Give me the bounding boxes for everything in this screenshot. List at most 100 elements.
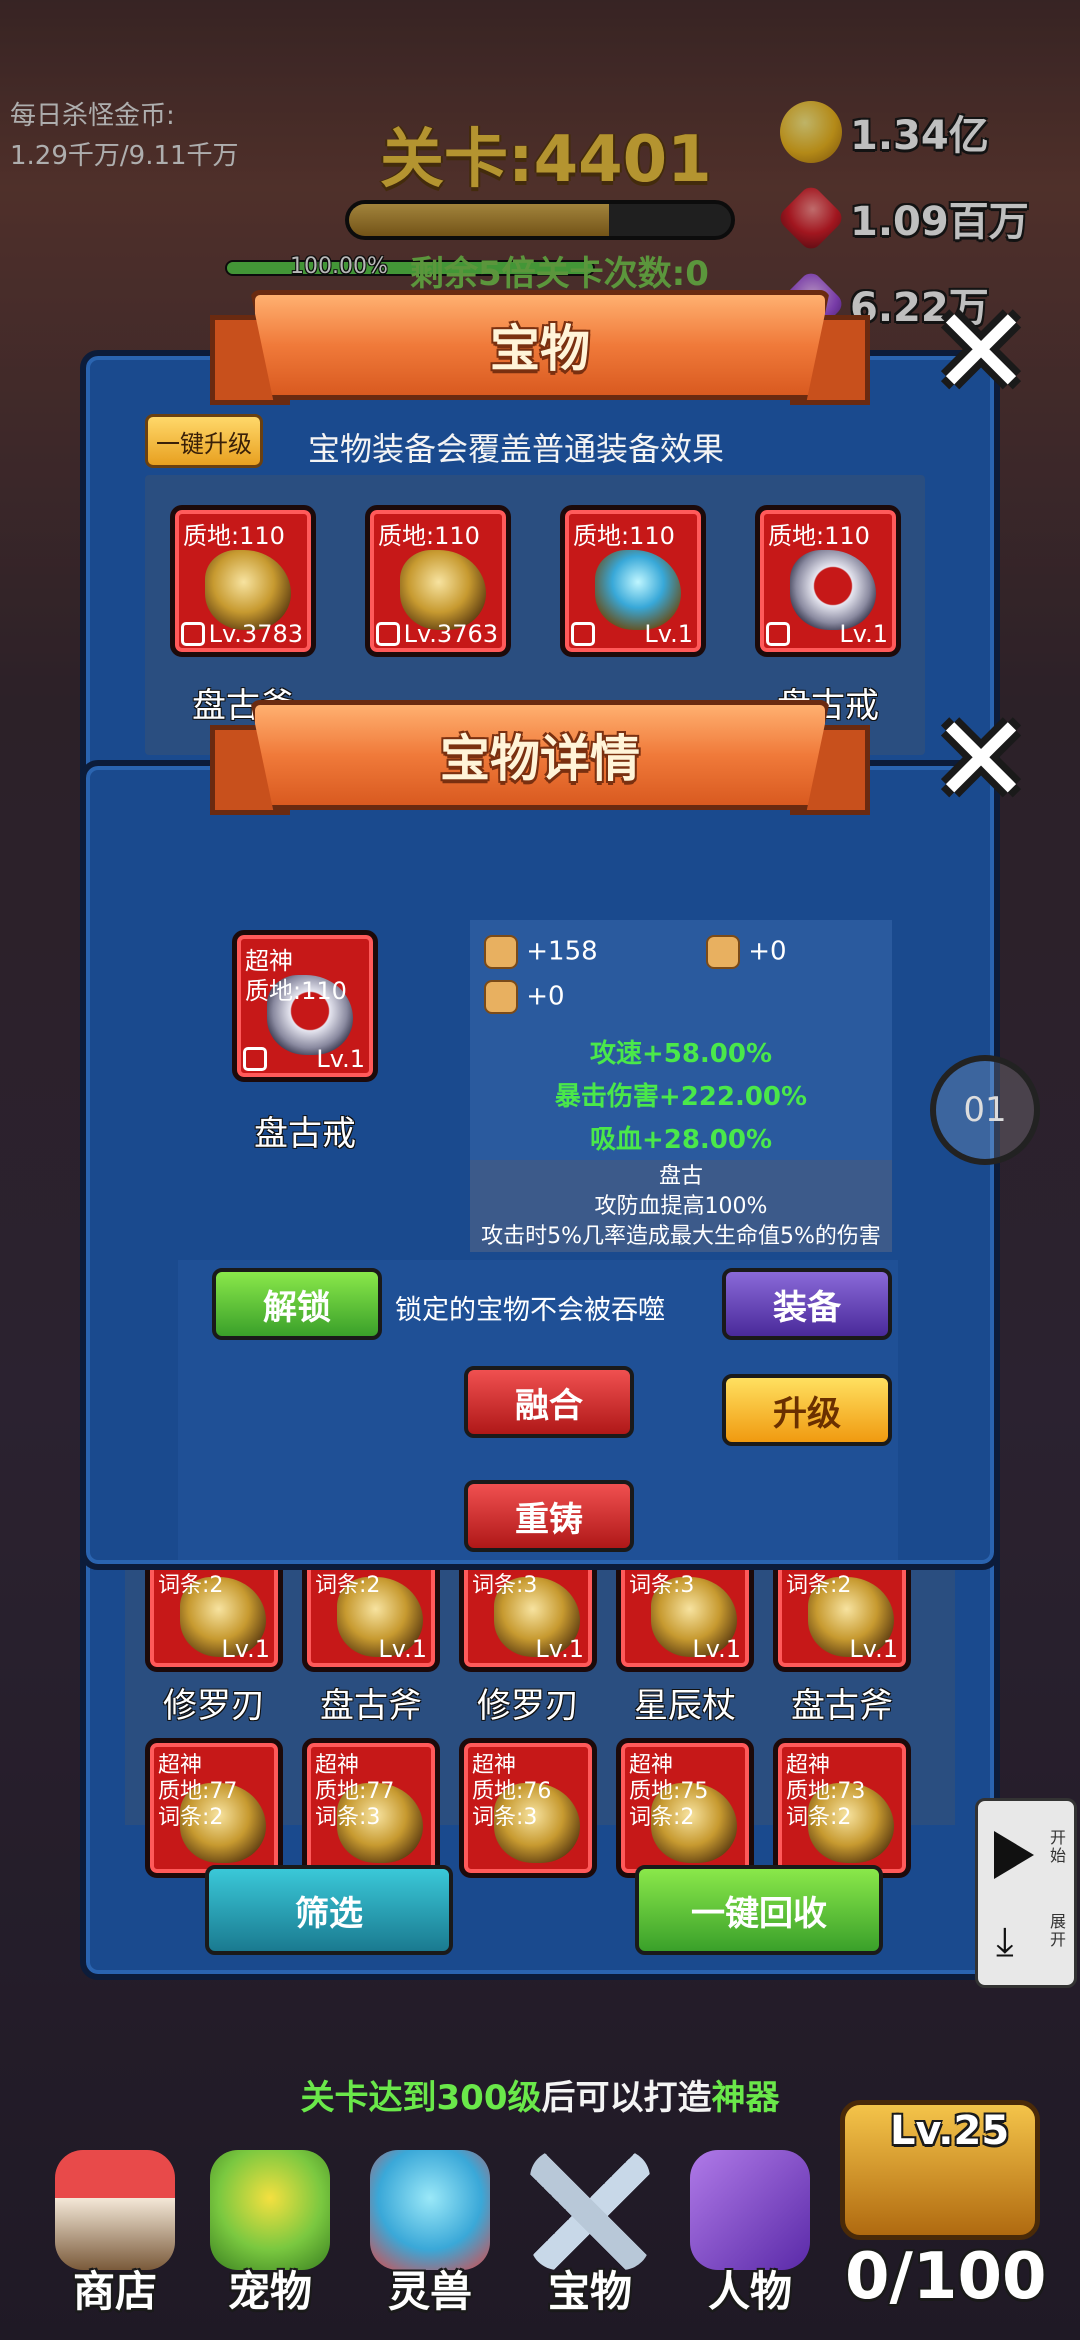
book-icon (690, 2150, 810, 2270)
nav-spirit-beast[interactable]: 灵兽 (355, 2140, 505, 2340)
item-level: Lv.1 (535, 1635, 584, 1663)
close-treasure-button[interactable]: ✕ (928, 293, 1034, 413)
item-entries: 词条:2 (786, 1805, 852, 1830)
set-effect-text: 盘古 攻防血提高100% 攻击时5%几率造成最大生命值5%的伤害 (470, 1162, 892, 1252)
equipped-slot-2[interactable]: 质地:110 Lv.3763 (365, 505, 511, 657)
treasure-note: 宝物装备会覆盖普通装备效果 (308, 430, 725, 468)
shield-icon (706, 935, 740, 969)
slot-level: Lv.1 (644, 620, 693, 648)
inventory-item-name: 修罗刃 (163, 1686, 265, 1726)
nav-label: 宝物 (547, 2267, 632, 2316)
detail-title-banner: 宝物详情 (210, 700, 870, 815)
upgrade-all-button[interactable]: 一键升级 (145, 414, 263, 468)
item-entries: 词条:2 (786, 1573, 852, 1598)
treasure-title-banner: 宝物 (210, 290, 870, 405)
pet-icon (210, 2150, 330, 2270)
set-line-1: 攻防血提高100% (594, 1194, 768, 1219)
amulet-icon (595, 550, 681, 630)
nav-label: 灵兽 (387, 2267, 472, 2316)
inventory-item-name: 盘古斧 (791, 1686, 893, 1726)
defense-value: +0 (748, 936, 787, 967)
detail-title: 宝物详情 (440, 730, 640, 788)
slot-quality: 质地:110 (573, 522, 675, 550)
recycle-all-button[interactable]: 一键回收 (635, 1865, 883, 1955)
item-entries: 词条:3 (315, 1805, 381, 1830)
hint-part-a: 关卡达到 (300, 2078, 437, 2118)
spirit-beast-icon (370, 2150, 490, 2270)
bonus-attack-speed: 攻速+58.00% (589, 1039, 773, 1069)
inventory-item[interactable]: 超神 质地:76 词条:3 (459, 1738, 597, 1878)
nav-shop[interactable]: 商店 (40, 2140, 190, 2340)
attack-value: +158 (526, 936, 598, 967)
item-level: Lv.1 (221, 1635, 270, 1663)
equipped-slot-1[interactable]: 质地:110 Lv.3783 (170, 505, 316, 657)
target-crosshair-icon[interactable]: 01 (930, 1055, 1040, 1165)
nav-treasure[interactable]: 宝物 (515, 2140, 665, 2340)
attack-stat: +158 (484, 935, 598, 969)
crosshair-number: 01 (963, 1090, 1007, 1130)
nav-pet[interactable]: 宠物 (195, 2140, 345, 2340)
expand-label: 展开 (1050, 1912, 1067, 1949)
play-icon[interactable] (994, 1831, 1034, 1879)
item-quality: 质地:110 (245, 977, 347, 1005)
inventory-item-name: 修罗刃 (477, 1686, 579, 1726)
item-entries: 词条:3 (472, 1573, 538, 1598)
bonus-lifesteal: 吸血+28.00% (589, 1125, 773, 1155)
inventory-item[interactable]: 超神 质地:75 词条:2 (616, 1738, 754, 1878)
equipped-slot-3[interactable]: 质地:110 Lv.1 (560, 505, 706, 657)
fuse-button[interactable]: 融合 (464, 1366, 634, 1438)
side-control-panel: 开始 ⤓ 展开 (975, 1798, 1077, 1988)
inventory-item[interactable]: 超神 质地:77 词条:3 (302, 1738, 440, 1878)
close-detail-button[interactable]: ✕ (928, 701, 1034, 821)
filter-button[interactable]: 筛选 (205, 1865, 453, 1955)
detail-item-card: 超神 质地:110 Lv.1 (232, 930, 378, 1082)
slot-level: Lv.1 (839, 620, 888, 648)
shop-icon (55, 2150, 175, 2270)
slot-level: Lv.3763 (403, 620, 498, 648)
slot-quality: 质地:110 (768, 522, 870, 550)
item-level: Lv.1 (378, 1635, 427, 1663)
slot-quality: 质地:110 (378, 522, 480, 550)
item-entries: 词条:2 (315, 1573, 381, 1598)
sword-icon (484, 935, 518, 969)
armor-icon (400, 550, 486, 630)
nav-label: 宠物 (227, 2267, 312, 2316)
start-label: 开始 (1050, 1828, 1067, 1865)
chest-count: 0/100 (845, 2240, 1047, 2314)
lock-icon (181, 622, 205, 646)
bonus-crit-damage: 暴击伤害+222.00% (554, 1082, 808, 1112)
item-level: Lv.1 (316, 1045, 365, 1073)
axe-icon (205, 550, 291, 630)
item-level: Lv.1 (849, 1635, 898, 1663)
defense-stat: +0 (706, 935, 787, 969)
hp-stat: +0 (484, 980, 565, 1014)
lock-icon (766, 622, 790, 646)
lock-icon (243, 1047, 267, 1071)
item-entries: 词条:3 (472, 1805, 538, 1830)
hint-part-d: 神器 (711, 2078, 780, 2118)
inventory-item-name: 盘古斧 (320, 1686, 422, 1726)
equipped-slot-4[interactable]: 质地:110 Lv.1 (755, 505, 901, 657)
inventory-item[interactable]: 超神 质地:77 词条:2 (145, 1738, 283, 1878)
item-entries: 词条:2 (158, 1805, 224, 1830)
hp-value: +0 (526, 981, 565, 1012)
upgrade-button[interactable]: 升级 (722, 1374, 892, 1446)
nav-label: 商店 (72, 2267, 157, 2316)
recast-button[interactable]: 重铸 (464, 1480, 634, 1552)
lock-icon (571, 622, 595, 646)
close-icon: ✕ (930, 283, 1032, 422)
lock-note: 锁定的宝物不会被吞噬 (395, 1295, 665, 1326)
unlock-button[interactable]: 解锁 (212, 1268, 382, 1340)
item-level: Lv.1 (692, 1635, 741, 1663)
item-entries: 词条:2 (629, 1805, 695, 1830)
item-entries: 词条:3 (629, 1573, 695, 1598)
nav-label: 人物 (707, 2267, 792, 2316)
nav-character[interactable]: 人物 (675, 2140, 825, 2340)
inventory-item[interactable]: 超神 质地:73 词条:2 (773, 1738, 911, 1878)
expand-icon[interactable]: ⤓ (996, 1919, 1014, 1965)
equip-button[interactable]: 装备 (722, 1268, 892, 1340)
set-name: 盘古 (658, 1164, 703, 1189)
item-entries: 词条:2 (158, 1573, 224, 1598)
chest-level: Lv.25 (890, 2108, 1010, 2154)
hint-part-c: 后可以打造 (541, 2078, 712, 2118)
